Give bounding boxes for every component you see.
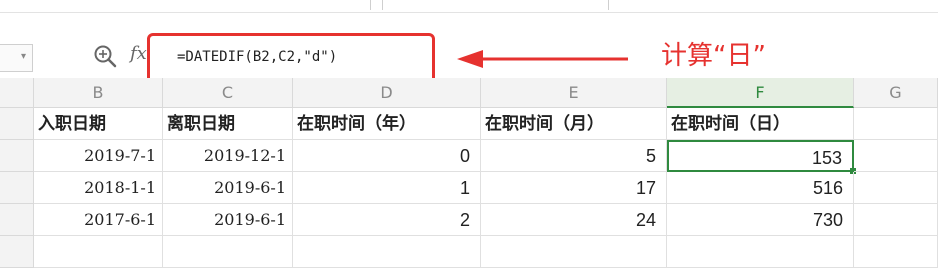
empty-cell[interactable] xyxy=(854,204,938,236)
empty-cell[interactable] xyxy=(854,108,938,140)
header-cell-years[interactable]: 在职时间（年） xyxy=(293,108,481,140)
cell-hire-date[interactable]: 2018-1-1 xyxy=(34,172,163,204)
cell-months[interactable]: 5 xyxy=(481,140,667,172)
toolbar-divider xyxy=(608,0,609,10)
empty-cell[interactable] xyxy=(667,236,854,268)
row-header[interactable] xyxy=(0,108,34,140)
row-header[interactable] xyxy=(0,236,34,268)
fx-icon[interactable]: fx xyxy=(130,43,147,64)
cell-leave-date[interactable]: 2019-6-1 xyxy=(163,172,293,204)
empty-cell[interactable] xyxy=(854,236,938,268)
header-cell-days[interactable]: 在职时间（日） xyxy=(667,108,854,140)
empty-cell[interactable] xyxy=(854,140,938,172)
toolbar-divider xyxy=(370,0,371,10)
column-header-b[interactable]: B xyxy=(34,78,163,108)
column-header-f[interactable]: F xyxy=(667,78,854,108)
name-box[interactable]: ▾ xyxy=(0,44,33,72)
column-header-c[interactable]: C xyxy=(163,78,293,108)
column-header-e[interactable]: E xyxy=(481,78,667,108)
empty-cell[interactable] xyxy=(163,236,293,268)
empty-cell[interactable] xyxy=(34,236,163,268)
toolbar-divider xyxy=(382,0,383,10)
empty-cell[interactable] xyxy=(293,236,481,268)
header-cell-months[interactable]: 在职时间（月） xyxy=(481,108,667,140)
corner-cell[interactable] xyxy=(0,78,34,108)
row-header[interactable] xyxy=(0,140,34,172)
row-header[interactable] xyxy=(0,204,34,236)
cell-leave-date[interactable]: 2019-12-1 xyxy=(163,140,293,172)
cell-hire-date[interactable]: 2017-6-1 xyxy=(34,204,163,236)
cell-days[interactable]: 516 xyxy=(667,172,854,204)
header-cell-hire-date[interactable]: 入职日期 xyxy=(34,108,163,140)
cell-days-selected[interactable]: 153 xyxy=(667,140,854,172)
empty-cell[interactable] xyxy=(854,172,938,204)
cell-leave-date[interactable]: 2019-6-1 xyxy=(163,204,293,236)
toolbar-remnant xyxy=(0,0,938,13)
cell-months[interactable]: 17 xyxy=(481,172,667,204)
cell-years[interactable]: 1 xyxy=(293,172,481,204)
column-header-g[interactable]: G xyxy=(854,78,938,108)
empty-cell[interactable] xyxy=(481,236,667,268)
cell-hire-date[interactable]: 2019-7-1 xyxy=(34,140,163,172)
cell-months[interactable]: 24 xyxy=(481,204,667,236)
annotation-note: 计算“日” xyxy=(661,41,766,71)
cell-days[interactable]: 730 xyxy=(667,204,854,236)
zoom-search-icon[interactable] xyxy=(92,43,118,69)
header-cell-leave-date[interactable]: 离职日期 xyxy=(163,108,293,140)
column-header-d[interactable]: D xyxy=(293,78,481,108)
left-arrow-icon xyxy=(457,50,628,68)
cell-years[interactable]: 0 xyxy=(293,140,481,172)
chevron-down-icon[interactable]: ▾ xyxy=(21,51,26,62)
formula-bar: ▾ fx =DATEDIF(B2,C2,"d") 计算“日” xyxy=(0,13,938,87)
cell-years[interactable]: 2 xyxy=(293,204,481,236)
row-header[interactable] xyxy=(0,172,34,204)
spreadsheet-grid: B C D E F G 入职日期 离职日期 在职时间（年） 在职时间（月） 在职… xyxy=(0,78,938,268)
